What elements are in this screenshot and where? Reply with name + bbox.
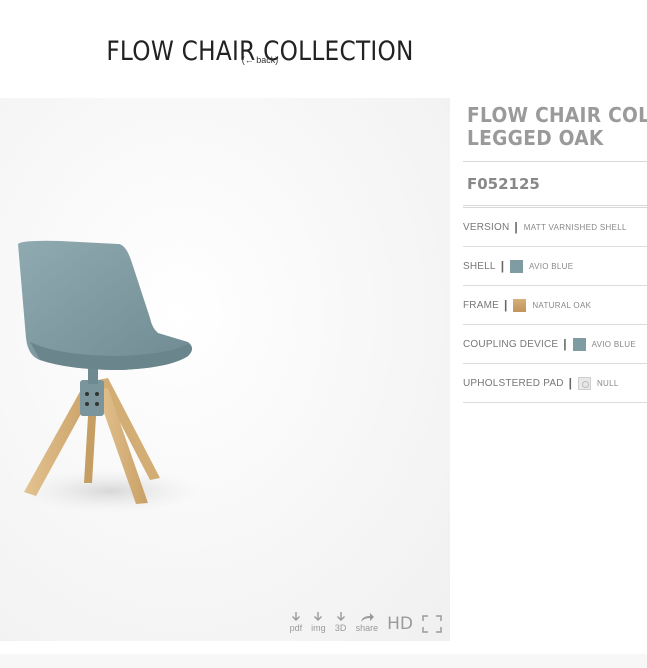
product-name: FLOW CHAIR COL LEGGED OAK — [467, 103, 647, 150]
spec-separator: | — [563, 337, 567, 351]
img-download-button[interactable]: img — [311, 611, 326, 633]
img-label: img — [311, 623, 326, 633]
fullscreen-icon[interactable] — [422, 615, 442, 633]
pdf-label: pdf — [289, 623, 303, 633]
download-icon — [314, 612, 323, 621]
back-link[interactable]: (← back) — [0, 55, 520, 65]
download-icon — [336, 612, 345, 621]
spec-row-coupling-device: COUPLING DEVICE | AVIO BLUE — [463, 325, 647, 364]
spec-value: MATT VARNISHED SHELL — [523, 222, 627, 232]
spec-separator: | — [514, 220, 518, 234]
product-details-panel: FLOW CHAIR COL LEGGED OAK F052125 VERSIO… — [463, 98, 647, 418]
viewer-toolbar: pdf img 3D share HD — [290, 611, 442, 633]
spec-label: SHELL — [463, 260, 496, 272]
spec-row-version: VERSION | MATT VARNISHED SHELL — [463, 208, 647, 247]
spec-label: FRAME — [463, 299, 499, 311]
spec-row-frame: FRAME | NATURAL OAK — [463, 286, 647, 325]
spec-row-upholstered-pad: UPHOLSTERED PAD | NULL — [463, 364, 647, 403]
share-icon — [360, 613, 374, 622]
chair-image — [18, 240, 200, 513]
spec-separator: | — [568, 376, 572, 390]
spec-value: AVIO BLUE — [529, 261, 574, 271]
share-label: share — [355, 623, 379, 633]
3d-download-button[interactable]: 3D — [335, 611, 347, 633]
null-icon — [577, 376, 591, 390]
footer-strip — [0, 654, 647, 668]
spec-label: COUPLING DEVICE — [463, 338, 559, 350]
product-code: F052125 — [467, 175, 540, 193]
spec-value: NULL — [596, 378, 619, 388]
spec-separator: | — [500, 259, 505, 273]
product-code-row: F052125 — [463, 161, 647, 208]
frame-wood-swatch — [513, 298, 527, 312]
spec-label: VERSION — [463, 221, 510, 233]
spec-value: NATURAL OAK — [532, 300, 592, 310]
spec-value: AVIO BLUE — [591, 339, 636, 349]
pdf-download-button[interactable]: pdf — [289, 611, 303, 633]
spec-label: UPHOLSTERED PAD — [463, 377, 564, 389]
spec-row-shell: SHELL | AVIO BLUE — [463, 247, 647, 286]
shell-color-swatch — [510, 259, 524, 273]
spec-separator: | — [504, 298, 508, 312]
coupling-color-swatch — [572, 337, 586, 351]
product-3d-viewer[interactable]: pdf img 3D share HD — [0, 98, 450, 641]
download-icon — [291, 612, 300, 621]
share-button[interactable]: share — [355, 611, 379, 633]
hd-toggle-button[interactable]: HD — [387, 615, 413, 633]
3d-label: 3D — [334, 623, 347, 633]
